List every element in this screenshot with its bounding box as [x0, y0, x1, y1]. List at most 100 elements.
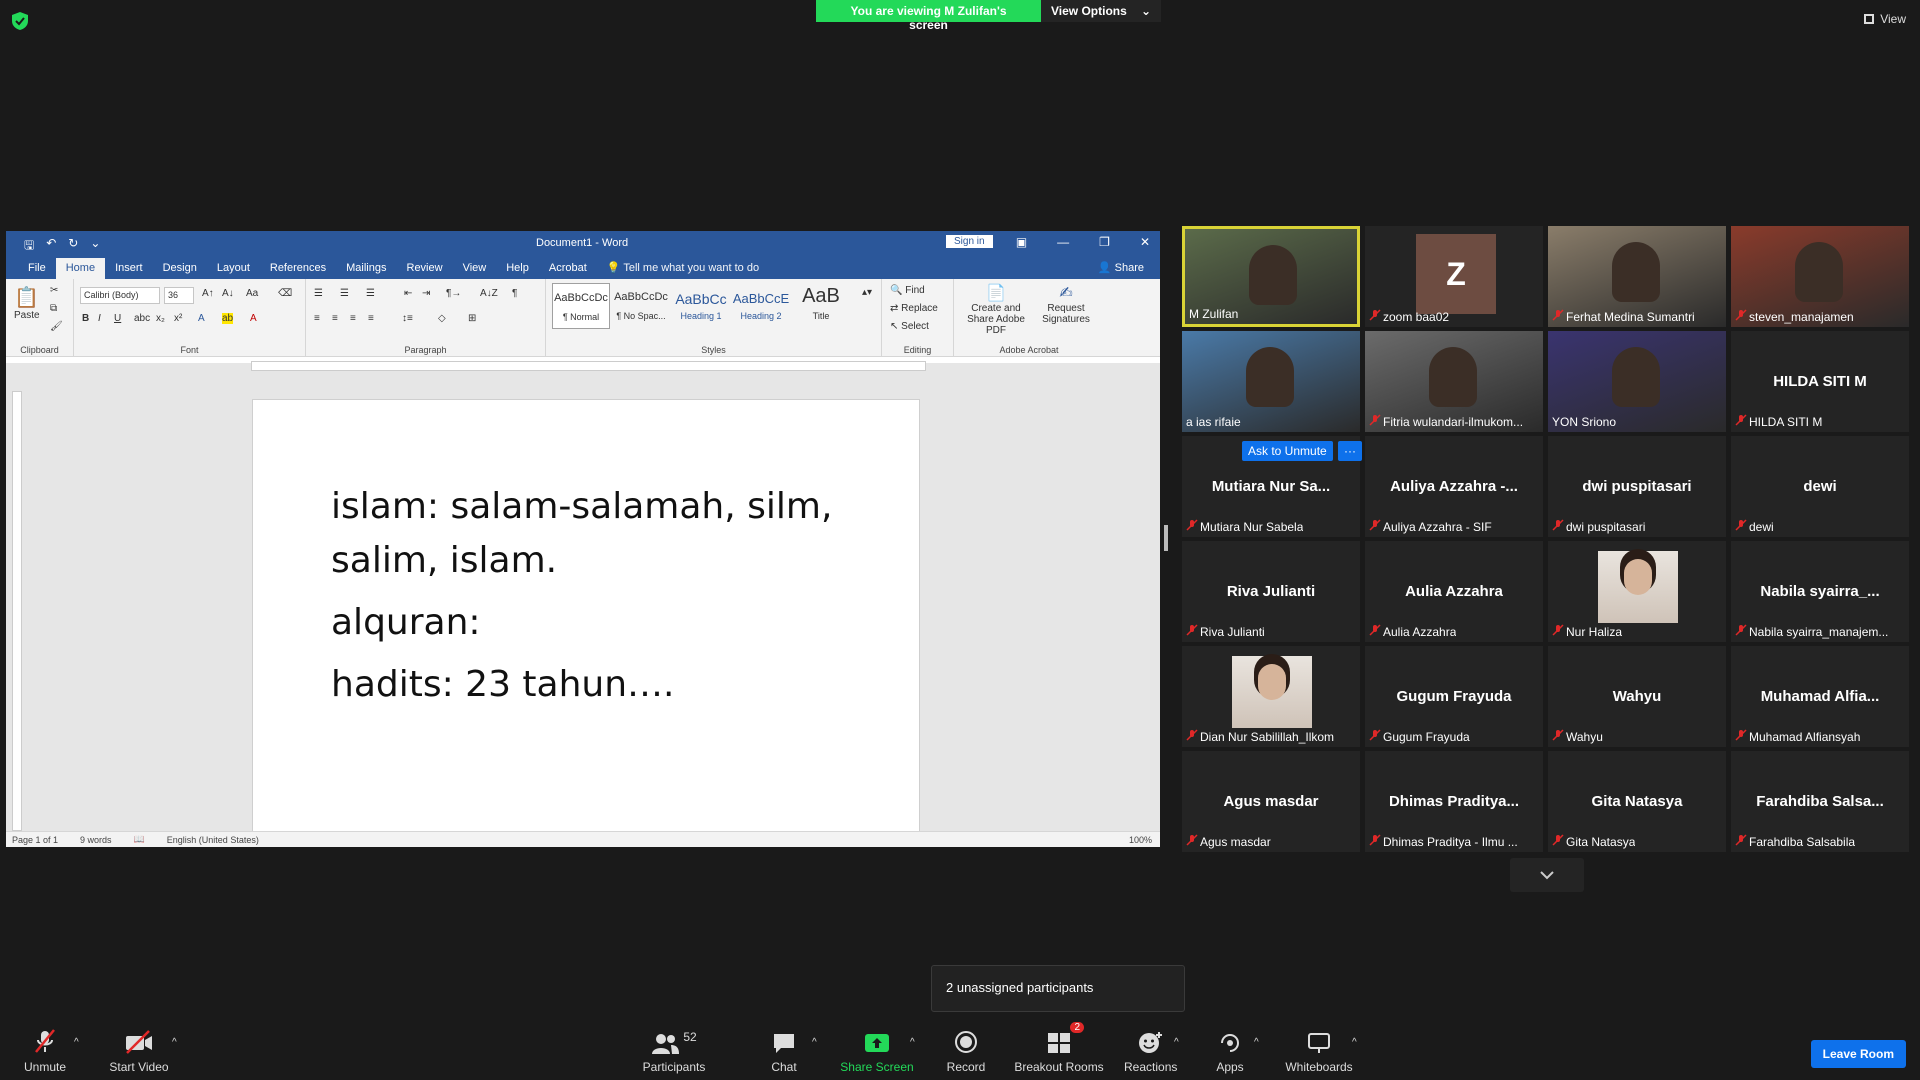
- cut-icon[interactable]: ✂: [50, 285, 58, 296]
- style-no-spacing[interactable]: AaBbCcDc ¶ No Spac...: [612, 283, 670, 329]
- start-video-button[interactable]: Start Video: [106, 1026, 172, 1074]
- participant-tile[interactable]: dwi puspitasari dwi puspitasari: [1548, 436, 1726, 537]
- share-options-icon[interactable]: ^: [910, 1037, 915, 1048]
- paste-button[interactable]: 📋 Paste: [14, 285, 40, 321]
- shading-icon[interactable]: ◇: [438, 313, 446, 324]
- participant-tile[interactable]: Aulia Azzahra Aulia Azzahra: [1365, 541, 1543, 642]
- language-status[interactable]: English (United States): [167, 835, 259, 845]
- apps-button[interactable]: Apps: [1210, 1026, 1250, 1074]
- shrink-font-icon[interactable]: A↓: [222, 288, 234, 299]
- find-button[interactable]: 🔍 Find: [890, 285, 925, 296]
- align-left-icon[interactable]: ≡: [314, 313, 320, 324]
- view-options-button[interactable]: View Options ⌄: [1041, 0, 1161, 22]
- style-heading-2[interactable]: AaBbCcE Heading 2: [732, 283, 790, 329]
- horizontal-ruler[interactable]: [251, 361, 926, 371]
- change-case-icon[interactable]: Aa: [246, 288, 258, 299]
- style-normal[interactable]: AaBbCcDc ¶ Normal: [552, 283, 610, 329]
- participant-tile[interactable]: Auliya Azzahra -... Auliya Azzahra - SIF: [1365, 436, 1543, 537]
- record-button[interactable]: Record: [944, 1026, 988, 1074]
- underline-icon[interactable]: U: [114, 313, 121, 324]
- participant-tile[interactable]: HILDA SITI M HILDA SITI M: [1731, 331, 1909, 432]
- leave-room-button[interactable]: Leave Room: [1810, 1040, 1906, 1068]
- chat-options-icon[interactable]: ^: [812, 1037, 817, 1048]
- document-page[interactable]: islam: salam-salamah, silm, salim, islam…: [252, 399, 920, 839]
- bold-icon[interactable]: B: [82, 313, 89, 324]
- participant-tile[interactable]: YON Sriono: [1548, 331, 1726, 432]
- numbering-icon[interactable]: ☰: [340, 288, 349, 299]
- close-icon[interactable]: ✕: [1140, 235, 1150, 249]
- vertical-ruler[interactable]: [12, 391, 22, 831]
- participant-tile[interactable]: Farahdiba Salsa... Farahdiba Salsabila: [1731, 751, 1909, 852]
- unmute-button[interactable]: Unmute: [22, 1026, 68, 1074]
- styles-scroll-icon[interactable]: ▴▾: [862, 287, 872, 298]
- participant-tile[interactable]: steven_manajamen: [1731, 226, 1909, 327]
- participant-tile[interactable]: M Zulifan: [1182, 226, 1360, 327]
- participant-tile[interactable]: a ias rifaie: [1182, 331, 1360, 432]
- align-right-icon[interactable]: ≡: [350, 313, 356, 324]
- subscript-icon[interactable]: x₂: [156, 313, 165, 324]
- participant-tile[interactable]: Wahyu Wahyu: [1548, 646, 1726, 747]
- font-color-icon[interactable]: A: [250, 313, 257, 324]
- view-button[interactable]: View: [1864, 12, 1906, 26]
- reactions-options-icon[interactable]: ^: [1174, 1037, 1179, 1048]
- multilevel-list-icon[interactable]: ☰: [366, 288, 375, 299]
- italic-icon[interactable]: I: [98, 313, 101, 324]
- create-share-pdf-button[interactable]: 📄 Create and Share Adobe PDF: [960, 283, 1032, 336]
- superscript-icon[interactable]: x²: [174, 313, 182, 324]
- text-effects-icon[interactable]: A: [198, 313, 205, 324]
- tab-acrobat[interactable]: Acrobat: [539, 258, 597, 279]
- zoom-level[interactable]: 100%: [1129, 835, 1152, 845]
- tab-mailings[interactable]: Mailings: [336, 258, 396, 279]
- tab-home[interactable]: Home: [55, 258, 106, 279]
- page-count[interactable]: Page 1 of 1: [12, 835, 58, 845]
- strikethrough-icon[interactable]: abc: [134, 313, 150, 324]
- participant-tile[interactable]: Ferhat Medina Sumantri: [1548, 226, 1726, 327]
- justify-icon[interactable]: ≡: [368, 313, 374, 324]
- document-body[interactable]: islam: salam-salamah, silm, salim, islam…: [331, 480, 832, 712]
- highlight-icon[interactable]: ab: [222, 313, 234, 324]
- sign-in-button[interactable]: Sign in: [946, 235, 993, 248]
- whiteboards-options-icon[interactable]: ^: [1352, 1037, 1357, 1048]
- proofing-icon[interactable]: 📖: [134, 834, 145, 845]
- participant-tile[interactable]: Muhamad Alfia... Muhamad Alfiansyah: [1731, 646, 1909, 747]
- copy-icon[interactable]: ⧉: [50, 303, 57, 314]
- style-title[interactable]: AaB Title: [792, 283, 850, 329]
- participant-tile[interactable]: Dhimas Praditya... Dhimas Praditya - Ilmu…: [1365, 751, 1543, 852]
- participant-tile[interactable]: Zzoom baa02: [1365, 226, 1543, 327]
- word-count[interactable]: 9 words: [80, 835, 112, 845]
- breakout-rooms-button[interactable]: 2 Breakout Rooms: [1014, 1022, 1104, 1074]
- split-drag-handle[interactable]: [1164, 525, 1168, 551]
- increase-indent-icon[interactable]: ⇥: [422, 288, 430, 299]
- chat-button[interactable]: Chat: [766, 1026, 802, 1074]
- tab-review[interactable]: Review: [397, 258, 453, 279]
- participant-tile[interactable]: Gita Natasya Gita Natasya: [1548, 751, 1726, 852]
- sort-icon[interactable]: A↓Z: [480, 288, 498, 299]
- tab-insert[interactable]: Insert: [105, 258, 153, 279]
- ask-to-unmute-button[interactable]: Ask to Unmute: [1242, 441, 1333, 461]
- grow-font-icon[interactable]: A↑: [202, 288, 214, 299]
- align-center-icon[interactable]: ≡: [332, 313, 338, 324]
- show-marks-icon[interactable]: ¶: [512, 288, 517, 299]
- customize-toolbar-icon[interactable]: ⌄: [90, 236, 100, 257]
- tell-me-search[interactable]: 💡 Tell me what you want to do: [597, 257, 769, 279]
- participants-button[interactable]: 52 Participants: [640, 1026, 708, 1074]
- participant-tile[interactable]: Riva Julianti Riva Julianti: [1182, 541, 1360, 642]
- save-icon[interactable]: 🖫: [24, 236, 34, 257]
- more-options-button[interactable]: ···: [1338, 441, 1362, 461]
- video-options-icon[interactable]: ^: [172, 1037, 177, 1048]
- minimize-icon[interactable]: —: [1057, 235, 1069, 249]
- tab-help[interactable]: Help: [496, 258, 539, 279]
- participant-tile[interactable]: Fitria wulandari-ilmukom...: [1365, 331, 1543, 432]
- share-button[interactable]: 👤 Share: [1082, 257, 1160, 279]
- tab-view[interactable]: View: [453, 258, 497, 279]
- borders-icon[interactable]: ⊞: [468, 313, 476, 324]
- ribbon-display-icon[interactable]: ▣: [1016, 235, 1027, 249]
- participant-tile[interactable]: Agus masdar Agus masdar: [1182, 751, 1360, 852]
- bullets-icon[interactable]: ☰: [314, 288, 323, 299]
- participant-tile[interactable]: Gugum Frayuda Gugum Frayuda: [1365, 646, 1543, 747]
- gallery-expand-button[interactable]: [1510, 858, 1584, 892]
- format-painter-icon[interactable]: 🖌: [50, 321, 63, 332]
- undo-icon[interactable]: ↶: [46, 236, 56, 257]
- audio-options-icon[interactable]: ^: [74, 1037, 79, 1048]
- share-screen-button[interactable]: Share Screen: [840, 1026, 914, 1074]
